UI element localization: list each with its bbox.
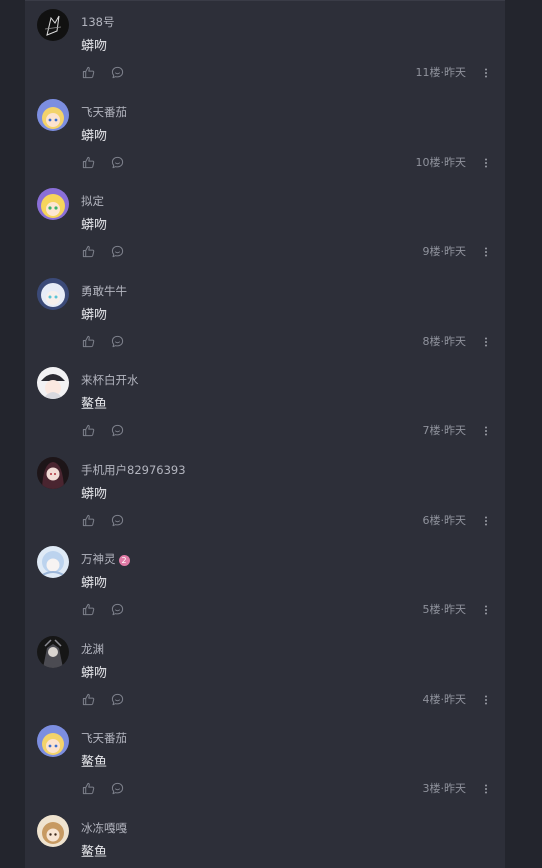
comment-item: 龙渊 蟒吻 4楼·昨天 bbox=[25, 634, 505, 724]
vertical-dots-icon[interactable] bbox=[483, 693, 489, 707]
yellow-anime-avatar-icon bbox=[37, 188, 69, 220]
comment-text: 鳌鱼 bbox=[81, 755, 108, 770]
floor-time: 10楼·昨天 bbox=[415, 155, 467, 169]
username[interactable]: 万神灵 2 bbox=[81, 552, 130, 566]
thumbs-up-icon[interactable] bbox=[82, 66, 95, 79]
comment-item: 飞天番茄 蟒吻 10楼·昨天 bbox=[25, 97, 505, 187]
avatar[interactable] bbox=[37, 635, 69, 668]
vertical-dots-icon[interactable] bbox=[483, 514, 489, 528]
avatar[interactable] bbox=[37, 98, 69, 131]
username[interactable]: 飞天番茄 bbox=[81, 731, 127, 745]
avatar[interactable] bbox=[37, 277, 69, 310]
avatar[interactable] bbox=[37, 546, 69, 578]
floor-time: 5楼·昨天 bbox=[422, 603, 467, 616]
username[interactable]: 龙渊 bbox=[81, 642, 104, 656]
comment-bubble-icon[interactable] bbox=[111, 603, 124, 616]
dark-hair-anime-avatar-icon bbox=[37, 456, 69, 489]
comment-text: 鳌鱼 bbox=[81, 844, 108, 860]
comment-text: 蟒吻 bbox=[81, 128, 108, 144]
comment-list: 138号 蟒吻 11楼·昨天 飞天番茄 蟒吻 10楼·昨天 拟定 蟒吻 9楼·昨… bbox=[25, 7, 505, 868]
white-hair-anime-avatar-icon bbox=[37, 277, 69, 310]
thumbs-up-icon[interactable] bbox=[82, 156, 95, 169]
comment-item: 飞天番茄 鳌鱼 3楼·昨天 bbox=[25, 723, 505, 813]
avatar[interactable] bbox=[37, 188, 69, 220]
comment-bubble-icon[interactable] bbox=[111, 335, 124, 348]
username[interactable]: 冰冻嘎嘎 bbox=[81, 821, 127, 835]
thumbs-up-icon[interactable] bbox=[82, 603, 95, 616]
comment-item: 万神灵 2 蟒吻 5楼·昨天 bbox=[25, 544, 505, 634]
username[interactable]: 勇敢牛牛 bbox=[81, 284, 127, 298]
vertical-dots-icon[interactable] bbox=[483, 66, 489, 80]
comment-text: 蟒吻 bbox=[81, 218, 108, 233]
thumbs-up-icon[interactable] bbox=[82, 335, 95, 348]
thumbs-up-icon[interactable] bbox=[82, 782, 95, 795]
avatar[interactable] bbox=[37, 725, 69, 757]
avatar[interactable] bbox=[37, 456, 69, 489]
thumbs-up-icon[interactable] bbox=[82, 693, 95, 706]
floor-time: 4楼·昨天 bbox=[422, 692, 467, 706]
floor-time: 9楼·昨天 bbox=[422, 245, 467, 258]
beige-anime-avatar-icon bbox=[37, 814, 69, 847]
vertical-dots-icon[interactable] bbox=[483, 782, 489, 796]
comment-bubble-icon[interactable] bbox=[111, 693, 124, 706]
thumbs-up-icon[interactable] bbox=[82, 245, 95, 258]
username[interactable]: 拟定 bbox=[81, 194, 104, 208]
floor-time: 3楼·昨天 bbox=[422, 782, 467, 795]
avatar[interactable] bbox=[37, 367, 69, 399]
username[interactable]: 手机用户82976393 bbox=[81, 463, 186, 477]
dark-armor-anime-avatar-icon bbox=[37, 635, 69, 668]
comment-bubble-icon[interactable] bbox=[111, 514, 124, 527]
vertical-dots-icon[interactable] bbox=[483, 156, 489, 170]
level-badge: 2 bbox=[118, 555, 130, 566]
floor-time: 8楼·昨天 bbox=[422, 334, 467, 348]
comment-item: 138号 蟒吻 11楼·昨天 bbox=[25, 7, 505, 97]
comment-bubble-icon[interactable] bbox=[111, 245, 124, 258]
comment-text: 蟒吻 bbox=[81, 39, 108, 54]
username[interactable]: 飞天番茄 bbox=[81, 105, 127, 119]
comment-bubble-icon[interactable] bbox=[111, 424, 124, 437]
light-blue-anime-avatar-icon bbox=[37, 546, 69, 578]
comment-text: 蟒吻 bbox=[81, 486, 108, 502]
username[interactable]: 138号 bbox=[81, 15, 114, 29]
floor-time: 6楼·昨天 bbox=[422, 513, 467, 527]
vertical-dots-icon[interactable] bbox=[483, 424, 489, 438]
comment-bubble-icon[interactable] bbox=[111, 66, 124, 79]
comment-item: 手机用户82976393 蟒吻 6楼·昨天 bbox=[25, 455, 505, 545]
comment-bubble-icon[interactable] bbox=[111, 156, 124, 169]
comment-item: 冰冻嘎嘎 鳌鱼 bbox=[25, 813, 505, 868]
vertical-dots-icon[interactable] bbox=[483, 335, 489, 349]
blonde-anime-avatar-icon bbox=[37, 725, 69, 757]
page: 138号 蟒吻 11楼·昨天 飞天番茄 蟒吻 10楼·昨天 拟定 蟒吻 9楼·昨… bbox=[0, 0, 542, 868]
comment-text: 蟒吻 bbox=[81, 576, 108, 591]
comment-text: 蟒吻 bbox=[81, 665, 108, 681]
comment-text: 鳌鱼 bbox=[81, 397, 108, 412]
comment-column: 138号 蟒吻 11楼·昨天 飞天番茄 蟒吻 10楼·昨天 拟定 蟒吻 9楼·昨… bbox=[25, 0, 505, 868]
avatar[interactable] bbox=[37, 9, 69, 41]
dark-sketch-avatar-icon bbox=[37, 9, 69, 41]
comment-item: 勇敢牛牛 蟒吻 8楼·昨天 bbox=[25, 276, 505, 366]
comment-bubble-icon[interactable] bbox=[111, 782, 124, 795]
username[interactable]: 来杯白开水 bbox=[81, 373, 139, 387]
blonde-anime-avatar-icon bbox=[37, 98, 69, 131]
floor-time: 7楼·昨天 bbox=[422, 424, 467, 437]
white-cap-anime-avatar-icon bbox=[37, 367, 69, 399]
comment-text: 蟒吻 bbox=[81, 307, 108, 323]
floor-time: 11楼·昨天 bbox=[415, 66, 467, 79]
vertical-dots-icon[interactable] bbox=[483, 245, 489, 259]
thumbs-up-icon[interactable] bbox=[82, 424, 95, 437]
thumbs-up-icon[interactable] bbox=[82, 514, 95, 527]
avatar[interactable] bbox=[37, 814, 69, 847]
comment-item: 拟定 蟒吻 9楼·昨天 bbox=[25, 186, 505, 276]
vertical-dots-icon[interactable] bbox=[483, 603, 489, 617]
comment-item: 来杯白开水 鳌鱼 7楼·昨天 bbox=[25, 365, 505, 455]
